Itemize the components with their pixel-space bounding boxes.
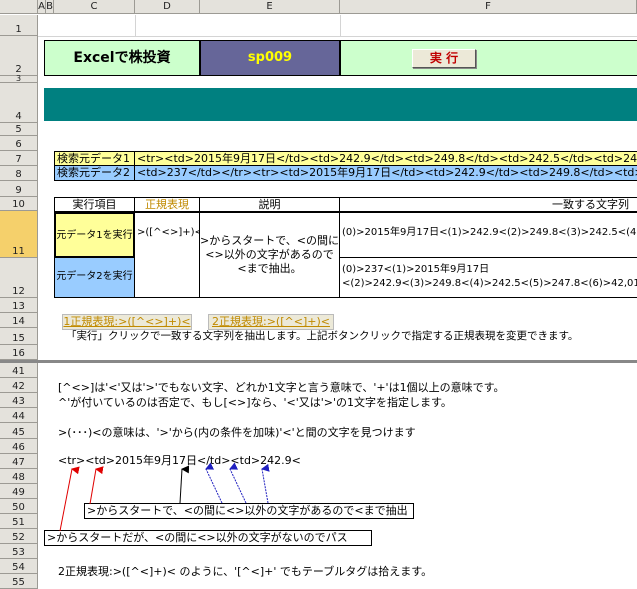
black-arrow xyxy=(179,465,190,504)
annotation-arrows xyxy=(59,462,270,532)
red-arrow-2 xyxy=(89,466,104,505)
blue-arrow-3 xyxy=(261,463,270,504)
blue-arrow-2 xyxy=(229,462,247,504)
blue-arrow-1 xyxy=(205,462,223,504)
red-arrow-1 xyxy=(59,466,80,532)
